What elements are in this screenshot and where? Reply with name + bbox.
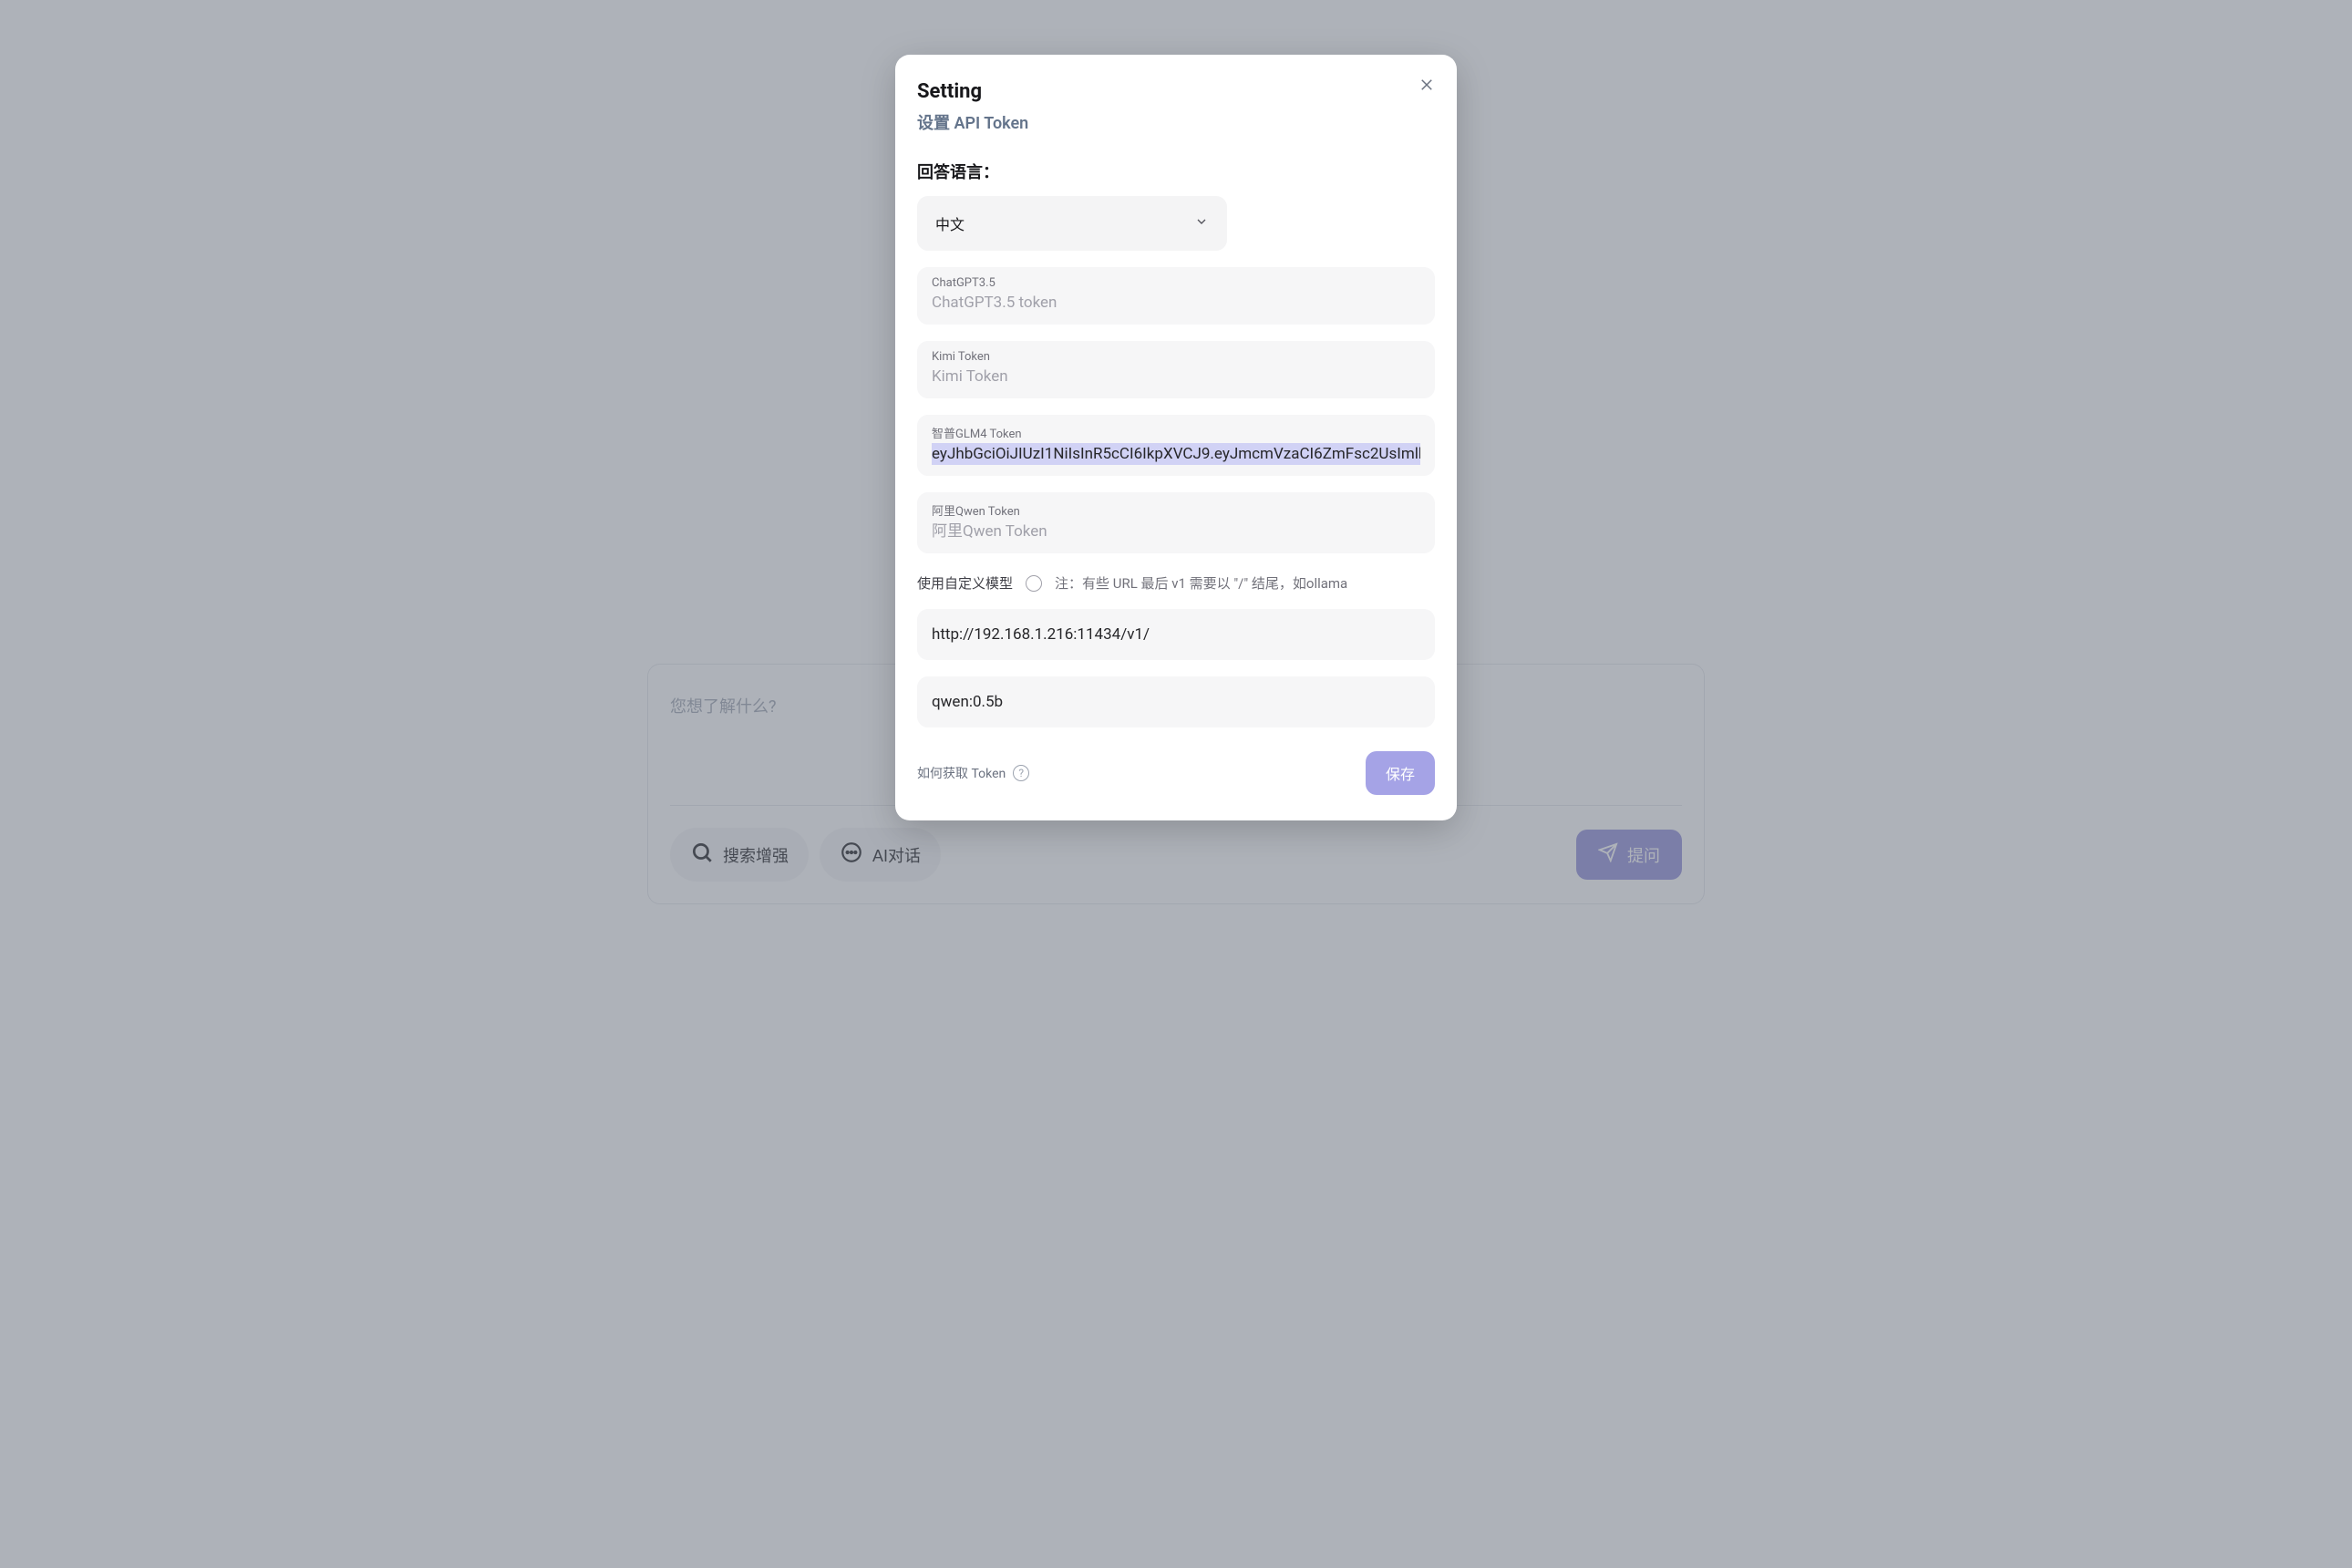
- glm4-token-label: 智普GLM4 Token: [932, 424, 1420, 441]
- modal-overlay[interactable]: Setting 设置 API Token 回答语言： 中文 ChatGPT3.5…: [0, 0, 2352, 1568]
- chatgpt-token-input[interactable]: [932, 292, 1420, 314]
- custom-model-note: 注：有些 URL 最后 v1 需要以 "/" 结尾，如ollama: [1055, 573, 1347, 593]
- settings-modal: Setting 设置 API Token 回答语言： 中文 ChatGPT3.5…: [895, 55, 1457, 820]
- qwen-token-group: 阿里Qwen Token: [917, 492, 1435, 553]
- qwen-token-input[interactable]: [932, 521, 1420, 542]
- save-button[interactable]: 保存: [1366, 751, 1435, 795]
- kimi-token-input[interactable]: [932, 366, 1420, 387]
- custom-url-group: [917, 609, 1435, 660]
- language-value: 中文: [935, 212, 965, 234]
- help-link[interactable]: 如何获取 Token ?: [917, 764, 1029, 782]
- question-icon: ?: [1013, 765, 1029, 781]
- custom-model-name-group: [917, 676, 1435, 727]
- kimi-token-label: Kimi Token: [932, 350, 1420, 364]
- custom-model-checkbox[interactable]: [1026, 575, 1042, 592]
- glm4-token-group: 智普GLM4 Token: [917, 415, 1435, 476]
- modal-subtitle: 设置 API Token: [917, 110, 1435, 134]
- custom-model-row: 使用自定义模型 注：有些 URL 最后 v1 需要以 "/" 结尾，如ollam…: [917, 573, 1435, 593]
- kimi-token-group: Kimi Token: [917, 341, 1435, 398]
- chatgpt-token-group: ChatGPT3.5: [917, 267, 1435, 325]
- close-icon: [1418, 82, 1435, 96]
- qwen-token-label: 阿里Qwen Token: [932, 501, 1420, 519]
- custom-model-name-input[interactable]: [917, 676, 1435, 727]
- language-label: 回答语言：: [917, 160, 1435, 183]
- close-button[interactable]: [1415, 73, 1439, 99]
- chevron-down-icon: [1194, 214, 1209, 232]
- chatgpt-token-label: ChatGPT3.5: [932, 276, 1420, 290]
- help-link-text: 如何获取 Token: [917, 764, 1006, 782]
- custom-url-input[interactable]: [917, 609, 1435, 660]
- language-select[interactable]: 中文: [917, 196, 1227, 251]
- modal-title: Setting: [917, 80, 1435, 103]
- glm4-token-input[interactable]: [932, 443, 1420, 465]
- custom-model-label: 使用自定义模型: [917, 573, 1013, 593]
- modal-footer: 如何获取 Token ? 保存: [917, 751, 1435, 795]
